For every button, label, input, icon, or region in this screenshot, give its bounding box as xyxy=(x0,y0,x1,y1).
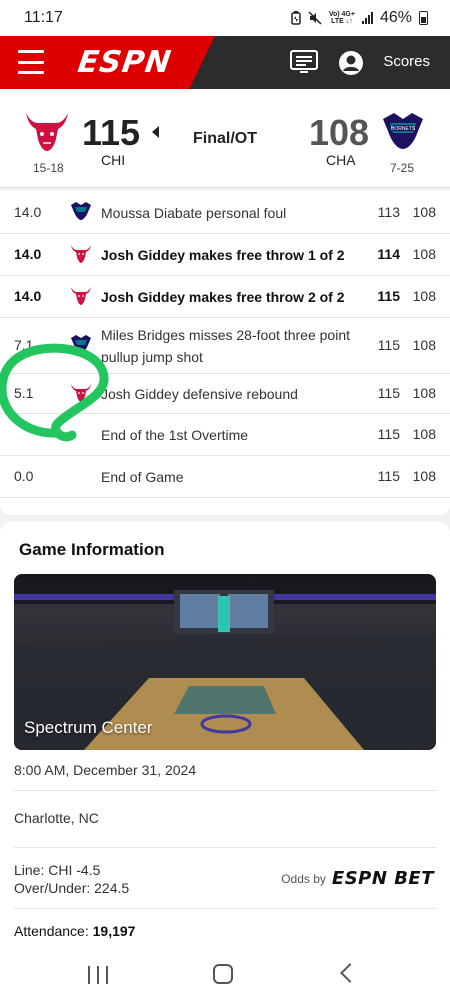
away-running-score: 108 xyxy=(412,203,436,220)
play-row[interactable]: 0.0 End of Game 115 108 xyxy=(0,456,450,498)
home-running-score: 114 xyxy=(377,246,400,262)
play-row[interactable]: 14.0 Josh Giddey makes free throw 2 of 2 1… xyxy=(0,276,450,318)
away-abbr: CHA xyxy=(326,152,356,168)
hornets-logo-icon xyxy=(71,201,91,220)
play-description: End of Game xyxy=(101,469,184,485)
bulls-logo-icon xyxy=(71,384,91,402)
home-running-score: 113 xyxy=(377,203,400,220)
game-status: Final/OT xyxy=(193,130,257,147)
divider xyxy=(14,847,436,848)
game-information-card: Game Information Spectrum Center 8:00 AM… xyxy=(0,522,450,952)
game-location: Charlotte, NC xyxy=(14,810,99,826)
play-row[interactable]: 5.1 Josh Giddey defensive rebound 115 108 xyxy=(0,374,450,414)
svg-text:HORNETS: HORNETS xyxy=(391,126,416,132)
play-time: 14.0 xyxy=(14,288,42,304)
home-icon[interactable] xyxy=(213,964,233,984)
away-running-score: 108 xyxy=(412,468,436,484)
play-description: Moussa Diabate personal foul xyxy=(101,204,287,221)
home-running-score: 115 xyxy=(377,426,400,442)
status-icons: Vo) 4G+ LTE ↓↑ 46% xyxy=(291,9,428,27)
play-description: Josh Giddey makes free throw 2 of 2 xyxy=(101,289,345,305)
menu-icon[interactable] xyxy=(18,50,44,74)
play-time: 0.0 xyxy=(14,468,34,484)
play-by-play-list: 14.0 Moussa Diabate personal foul 113 108 14… xyxy=(0,191,450,515)
betting-line: Line: CHI -4.5 xyxy=(14,862,101,878)
attendance: Attendance: 19,197 xyxy=(14,923,135,939)
network-type-bottom: LTE ↓↑ xyxy=(331,18,353,25)
play-row[interactable]: 14.0 Moussa Diabate personal foul 113 108 xyxy=(0,191,450,234)
hornets-logo[interactable]: HORNETS xyxy=(380,109,426,151)
mute-icon xyxy=(308,11,322,25)
play-time: 5.1 xyxy=(14,385,34,401)
game-information-title: Game Information xyxy=(19,540,165,559)
home-abbr: CHI xyxy=(101,152,126,168)
attendance-label: Attendance: xyxy=(14,923,93,939)
espn-logo[interactable]: ESPN xyxy=(76,45,174,80)
battery-percent: 46% xyxy=(379,9,412,26)
play-description: Miles Bridges misses 28-foot three point… xyxy=(101,327,350,365)
play-time: 14.0 xyxy=(14,203,42,220)
away-running-score: 108 xyxy=(412,426,436,442)
status-time: 11:17 xyxy=(24,9,63,26)
play-row[interactable]: End of the 1st Overtime 115 108 xyxy=(0,414,450,456)
status-bar: 11:17 Vo) 4G+ LTE ↓↑ 46% xyxy=(0,0,450,36)
app-root: 11:17 Vo) 4G+ LTE ↓↑ 46% ESPN Scores 15-… xyxy=(0,0,450,1000)
recent-apps-icon[interactable] xyxy=(88,966,108,984)
away-running-score: 108 xyxy=(412,246,436,262)
network-type-top: Vo) 4G+ xyxy=(328,11,355,18)
home-running-score: 115 xyxy=(377,288,400,304)
battery-icon xyxy=(419,11,428,25)
play-time: 7.1 xyxy=(14,337,34,353)
play-row[interactable]: 14.0 Josh Giddey makes free throw 1 of 2 1… xyxy=(0,234,450,276)
network-type: Vo) 4G+ LTE ↓↑ xyxy=(329,11,355,25)
play-row[interactable]: 7.1 Miles Bridges misses 28-foot three po… xyxy=(0,318,450,374)
tv-guide-icon[interactable] xyxy=(290,50,318,74)
battery-saver-icon xyxy=(291,11,301,25)
away-running-score: 108 xyxy=(412,288,436,304)
away-record: 7-25 xyxy=(390,161,415,175)
divider xyxy=(14,908,436,909)
scores-link[interactable]: Scores xyxy=(383,53,430,70)
bulls-logo[interactable] xyxy=(22,107,72,153)
away-running-score: 108 xyxy=(412,337,436,353)
play-description: Josh Giddey defensive rebound xyxy=(101,386,298,402)
attendance-value: 19,197 xyxy=(92,923,136,939)
odds-by-label: Odds by xyxy=(281,871,326,886)
home-score: 115 xyxy=(82,112,141,153)
hornets-logo-icon xyxy=(71,335,91,353)
away-score: 108 xyxy=(309,112,370,153)
app-header: ESPN Scores xyxy=(0,36,450,89)
venue-photo[interactable]: Spectrum Center xyxy=(14,574,436,750)
home-running-score: 115 xyxy=(377,337,400,353)
divider xyxy=(14,790,436,791)
odds-provider[interactable]: Odds by ESPN BET xyxy=(281,868,434,889)
home-running-score: 115 xyxy=(377,468,400,484)
scoreboard: 15-18 115 CHI Final/OT 108 CHA HORNETS 7… xyxy=(0,89,450,188)
bulls-logo-icon xyxy=(71,287,91,305)
home-record: 15-18 xyxy=(33,161,64,175)
system-nav-bar xyxy=(0,952,450,1000)
bulls-logo-icon xyxy=(71,245,91,263)
back-icon[interactable] xyxy=(340,963,360,983)
profile-icon[interactable] xyxy=(338,50,364,76)
play-description: End of the 1st Overtime xyxy=(101,427,249,443)
game-datetime: 8:00 AM, December 31, 2024 xyxy=(14,762,197,778)
home-running-score: 115 xyxy=(377,385,400,401)
play-description: Josh Giddey makes free throw 1 of 2 xyxy=(101,247,345,263)
signal-icon xyxy=(361,12,373,24)
play-time: 14.0 xyxy=(14,246,42,262)
espn-bet-logo: ESPN BET xyxy=(331,868,434,889)
winner-arrow-icon xyxy=(152,126,159,138)
venue-name: Spectrum Center xyxy=(24,718,153,737)
away-running-score: 108 xyxy=(412,385,436,401)
over-under: Over/Under: 224.5 xyxy=(14,880,130,896)
